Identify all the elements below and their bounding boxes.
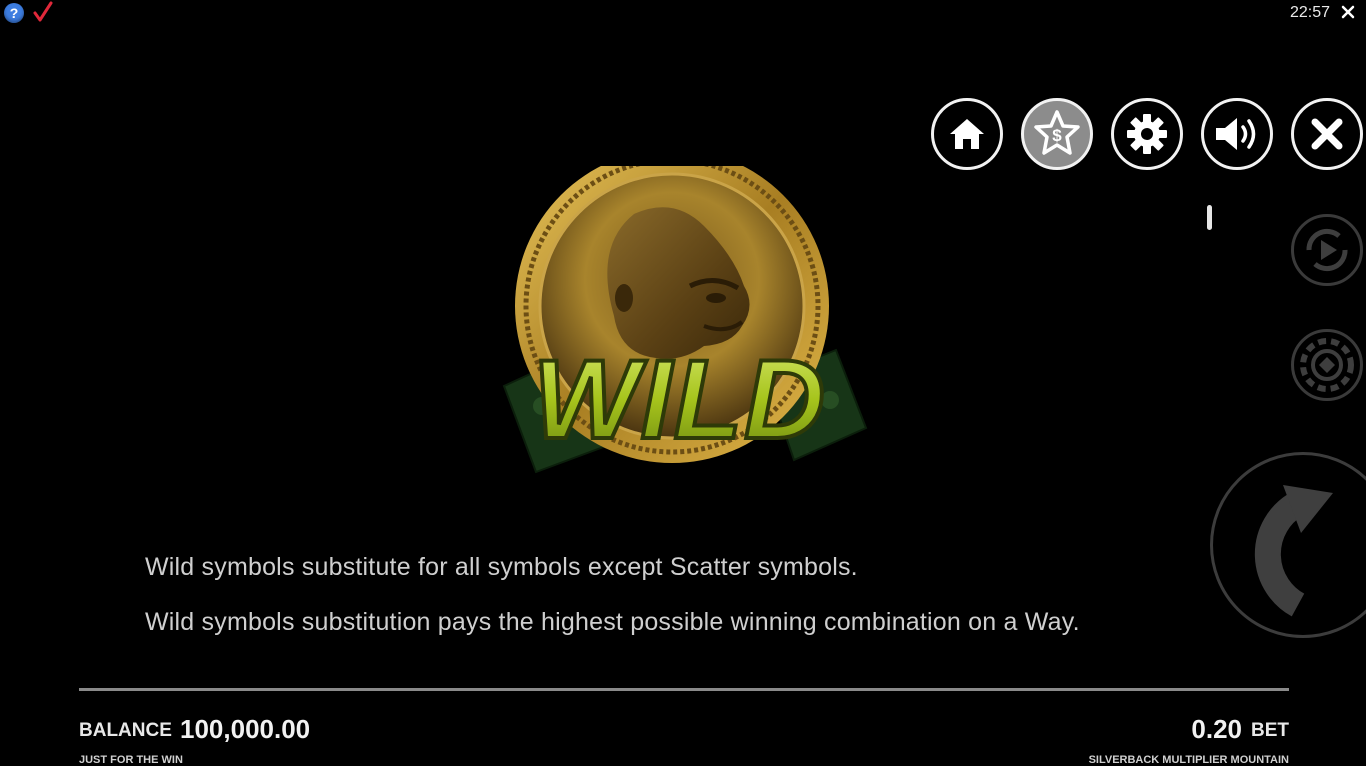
balance-value: 100,000.00 [180,714,311,744]
autoplay-icon [1306,228,1348,272]
settings-button[interactable] [1111,98,1183,170]
gear-icon [1127,114,1167,154]
speaker-icon [1216,118,1256,150]
svg-text:$: $ [1052,126,1062,145]
balance-label: BALANCE [79,720,172,741]
sound-button[interactable] [1201,98,1273,170]
home-button[interactable] [931,98,1003,170]
spin-button[interactable] [1210,452,1366,638]
provider-caption: JUST FOR THE WIN [79,754,183,766]
bet-label: BET [1251,720,1289,741]
home-icon [950,119,984,149]
autoplay-button[interactable] [1291,214,1363,286]
bet-chip-button[interactable] [1291,329,1363,401]
game-screen: ? 22:57 $ WILD Wild symbols substitute f… [0,0,1366,766]
checkmark-icon [33,1,53,22]
chip-icon [1300,338,1354,392]
x-icon [1311,118,1343,150]
help-icon[interactable]: ? [4,3,24,23]
divider [79,688,1289,691]
paytable-button[interactable]: $ [1021,98,1093,170]
star-dollar-icon: $ [1034,110,1080,155]
close-menu-button[interactable] [1291,98,1363,170]
spin-arrow-icon [1254,485,1333,617]
clock: 22:57 [1289,4,1330,21]
paytable-rule-2: Wild symbols substitution pays the highe… [145,608,1080,636]
wild-symbol-image: WILD [502,166,868,474]
game-title-caption: SILVERBACK MULTIPLIER MOUNTAIN [1088,754,1289,766]
scrollbar-thumb[interactable] [1207,205,1212,230]
wild-label: WILD [533,337,827,462]
bet-value: 0.20 [1191,714,1242,744]
paytable-rule-1: Wild symbols substitute for all symbols … [145,553,858,581]
window-close-icon[interactable] [1338,2,1358,22]
